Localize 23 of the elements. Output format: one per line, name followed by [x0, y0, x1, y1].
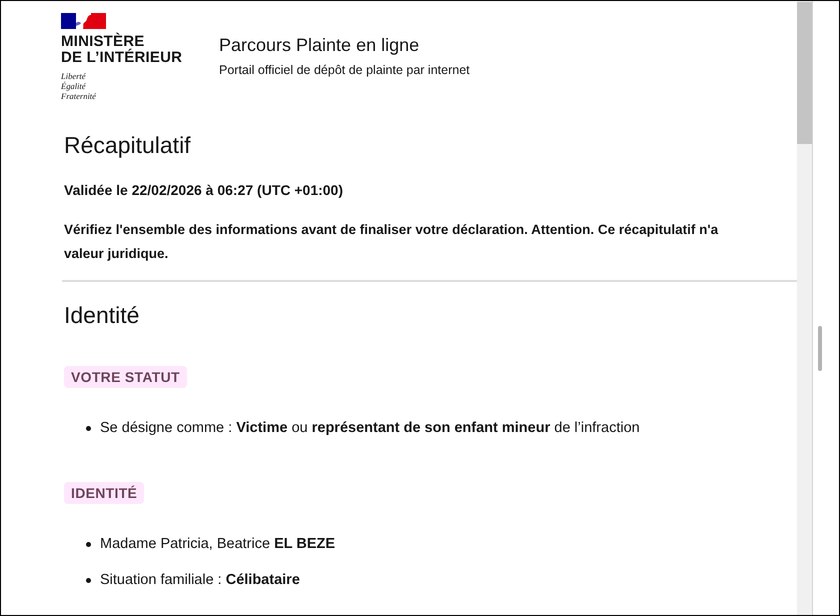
ministry-name: DE L’INTÉRIEUR: [61, 50, 182, 66]
scrollbar-thumb[interactable]: [797, 2, 812, 144]
section-heading: Identité: [64, 301, 140, 329]
bullet-icon: [86, 578, 91, 582]
motto-text: Égalité: [61, 81, 86, 91]
splitter-handle[interactable]: [818, 326, 822, 371]
category-tag: VOTRE STATUT: [64, 366, 187, 388]
service-tagline: Portail officiel de dépôt de plainte par internet: [219, 62, 470, 78]
notice-text: Vérifiez l'ensemble des informations avant de finaliser votre déclaration. Attention. Ce récapitulatif n'a valeur juridique.: [64, 221, 720, 263]
service-title: Parcours Plainte en ligne: [219, 34, 420, 56]
page-heading: Récapitulatif: [64, 131, 192, 159]
validation-date: Validée le 22/02/2026 à 06:27 (UTC +01:00): [64, 181, 344, 200]
motto-text: Liberté: [61, 71, 86, 81]
bullet-icon: [86, 542, 91, 546]
motto-text: Fraternité: [61, 91, 96, 101]
summary-item: Madame Patricia, Beatrice EL BEZE: [100, 535, 336, 554]
flag-icon: [61, 13, 106, 29]
bullet-icon: [86, 426, 91, 430]
summary-item: Se désigne comme : Victime ou représentant de son enfant mineur de l’infraction: [100, 419, 640, 438]
summary-item: Situation familiale : Célibataire: [100, 571, 300, 590]
scrollbar[interactable]: [797, 1, 813, 615]
ministry-name: MINISTÈRE: [61, 34, 144, 50]
category-tag: IDENTITÉ: [64, 482, 144, 504]
